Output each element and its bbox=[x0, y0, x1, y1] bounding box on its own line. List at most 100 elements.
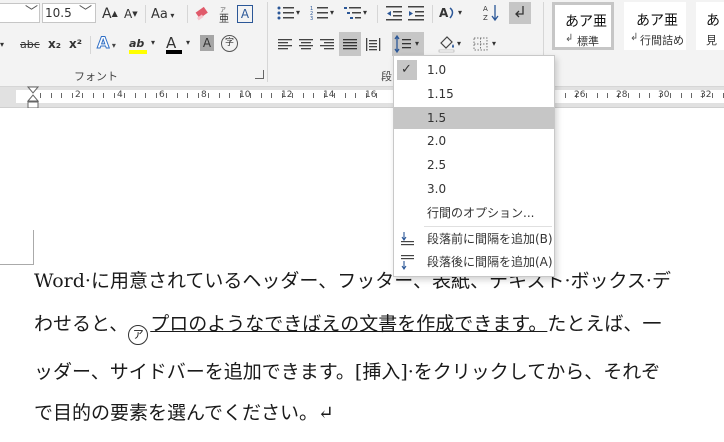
menu-item-3-0[interactable]: 3.0 bbox=[394, 178, 554, 200]
char-shading-button[interactable]: A bbox=[200, 34, 216, 54]
ruler-number: 8 bbox=[201, 90, 207, 100]
increase-indent-icon bbox=[408, 6, 424, 21]
font-size-combo[interactable]: 10.5 ﹀ bbox=[42, 3, 96, 23]
ruler-tick bbox=[649, 93, 650, 98]
bullet-list-icon bbox=[277, 6, 294, 20]
style-marker: ↲ bbox=[630, 32, 639, 43]
change-case-button[interactable]: Aa ▾ bbox=[151, 4, 181, 24]
char-shading-label: A bbox=[200, 35, 214, 51]
style-preview: あ bbox=[706, 13, 720, 29]
menu-item-2-0[interactable]: 2.0 bbox=[394, 130, 554, 152]
superscript-label: x² bbox=[69, 37, 82, 51]
grow-font-button[interactable]: A▲ bbox=[102, 4, 120, 24]
document-line[interactable]: わせると、アプロのようなできばえの文書を作成できます。たとえば、一 bbox=[34, 309, 661, 345]
svg-text:ア: ア bbox=[220, 7, 226, 14]
ruler-tick bbox=[607, 93, 608, 98]
shading-button[interactable]: ▾ bbox=[437, 34, 465, 54]
align-center-icon bbox=[299, 39, 313, 50]
superscript-button[interactable]: x² bbox=[69, 34, 85, 54]
numbered-list-icon: 1 2 3 bbox=[310, 6, 328, 22]
font-size-value: 10.5 bbox=[45, 6, 72, 20]
phonetic-guide-icon: ア 亜 bbox=[219, 7, 229, 23]
separator bbox=[432, 5, 433, 23]
ruler-number: 28 bbox=[616, 90, 628, 100]
horizontal-ruler[interactable]: 2 4 6 8 10 12 14 16 26 28 30 32 bbox=[0, 86, 724, 110]
comment-marker[interactable]: ア bbox=[128, 325, 149, 345]
document-line[interactable]: で目的の要素を選んでください。↵ bbox=[34, 398, 334, 425]
menu-item-label: 2.0 bbox=[427, 134, 447, 148]
menu-item-1-15[interactable]: 1.15 bbox=[394, 83, 554, 105]
check-icon: ✓ bbox=[401, 62, 412, 77]
font-name-combo[interactable]: ﹀ bbox=[0, 3, 40, 23]
asian-layout-button[interactable]: A ▾ bbox=[438, 3, 466, 23]
style-no-spacing[interactable]: あア亜 ↲ 行間詰め bbox=[624, 2, 686, 50]
shrink-font-button[interactable]: A▼ bbox=[124, 4, 142, 24]
menu-item-label: 行間のオプション... bbox=[427, 206, 535, 220]
ruler-tick bbox=[597, 93, 598, 98]
ruler-tick bbox=[114, 93, 115, 98]
menu-item-label: 1.15 bbox=[427, 87, 454, 101]
ruler-tick bbox=[628, 93, 629, 98]
asian-layout-icon: A bbox=[439, 6, 454, 20]
menu-item-1-5[interactable]: 1.5 bbox=[394, 107, 554, 129]
font-color-button[interactable]: A ▾ bbox=[166, 33, 196, 54]
justify-button[interactable] bbox=[339, 32, 361, 56]
separator bbox=[187, 5, 188, 23]
borders-button[interactable]: ▾ bbox=[472, 34, 500, 54]
document-line[interactable]: Word·に用意されているヘッダー、フッター、表紙、テキスト·ボックス·デ bbox=[34, 266, 671, 293]
menu-item-label: 1.0 bbox=[427, 63, 447, 77]
style-normal[interactable]: あア亜 ↲ 標準 bbox=[552, 2, 614, 50]
document-line[interactable]: ッダー、サイドバーを追加できます。[挿入]·をクリックしてから、それぞ bbox=[34, 357, 660, 384]
menu-item-1-0[interactable]: ✓ 1.0 bbox=[394, 59, 554, 81]
indent-marker-icon[interactable] bbox=[27, 86, 39, 110]
clear-formatting-button[interactable] bbox=[194, 4, 212, 24]
ruler-tick bbox=[135, 93, 136, 98]
align-left-button[interactable] bbox=[276, 34, 294, 54]
dialog-launcher-icon[interactable] bbox=[255, 70, 264, 79]
ruler-tick bbox=[261, 93, 262, 98]
multilevel-list-button[interactable]: ▾ bbox=[343, 3, 371, 23]
ruler-number: 10 bbox=[239, 90, 251, 100]
ruler-tick bbox=[229, 93, 230, 98]
align-right-button[interactable] bbox=[318, 34, 336, 54]
ruler-tick bbox=[681, 93, 682, 98]
ruler-tick bbox=[187, 93, 188, 98]
enclose-char-button[interactable]: 字 bbox=[221, 34, 239, 54]
numbering-button[interactable]: 1 2 3 ▾ bbox=[310, 3, 338, 23]
menu-item-2-5[interactable]: 2.5 bbox=[394, 154, 554, 176]
svg-text:亜: 亜 bbox=[219, 14, 229, 23]
ruler-tick bbox=[40, 93, 41, 98]
svg-text:A: A bbox=[439, 6, 449, 20]
sort-button[interactable]: A Z bbox=[482, 3, 500, 23]
phonetic-guide-button[interactable]: ア 亜 bbox=[218, 4, 232, 24]
menu-item-add-space-after[interactable]: 段落後に間隔を追加(A) bbox=[394, 251, 554, 273]
style-heading[interactable]: あ 見出 bbox=[696, 2, 724, 50]
menu-item-add-space-before[interactable]: 段落前に間隔を追加(B) bbox=[394, 228, 554, 250]
ruler-number: 26 bbox=[574, 90, 586, 100]
paint-bucket-icon bbox=[438, 36, 455, 53]
menu-item-line-options[interactable]: 行間のオプション... bbox=[394, 202, 554, 224]
underline-dropdown[interactable]: ▾ bbox=[0, 35, 10, 55]
highlight-button[interactable]: ab ▾ bbox=[129, 33, 159, 54]
ruler-tick bbox=[271, 93, 272, 98]
chevron-down-icon: ﹀ bbox=[79, 5, 93, 20]
eraser-icon bbox=[195, 6, 208, 21]
char-border-button[interactable]: A bbox=[237, 4, 255, 24]
align-center-button[interactable] bbox=[297, 34, 315, 54]
decrease-indent-button[interactable] bbox=[385, 3, 405, 23]
bullets-button[interactable]: ▾ bbox=[276, 3, 304, 23]
subscript-button[interactable]: x₂ bbox=[48, 34, 64, 54]
text-effects-button[interactable]: A ▾ bbox=[96, 33, 125, 53]
document-page[interactable]: Word·に用意されているヘッダー、フッター、表紙、テキスト·ボックス·デ わせ… bbox=[0, 108, 724, 442]
show-marks-button[interactable] bbox=[509, 2, 531, 24]
chevron-down-icon: ﹀ bbox=[25, 5, 39, 20]
line-spacing-button[interactable]: ▾ bbox=[392, 32, 424, 56]
strikethrough-button[interactable]: abc bbox=[20, 34, 44, 54]
increase-indent-button[interactable] bbox=[407, 3, 427, 23]
space-after-icon bbox=[401, 255, 414, 270]
separator bbox=[90, 36, 91, 54]
ruler-number: 12 bbox=[281, 90, 293, 100]
enclose-char-label: 字 bbox=[221, 35, 238, 52]
distributed-button[interactable] bbox=[364, 34, 382, 54]
ruler-tick bbox=[303, 93, 304, 98]
